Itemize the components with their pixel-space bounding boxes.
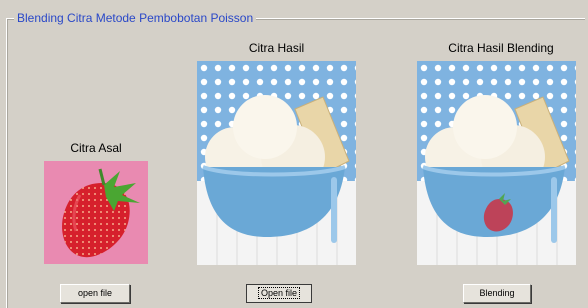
ice-cream-image: [197, 61, 356, 265]
blended-caption: Citra Hasil Blending: [448, 41, 554, 55]
groupbox-title: Blending Citra Metode Pembobotan Poisson: [14, 11, 257, 25]
blending-button[interactable]: Blending: [463, 284, 531, 303]
blended-image: [417, 61, 576, 265]
source-caption: Citra Asal: [70, 141, 122, 155]
blended-ice-cream-image: [417, 61, 576, 265]
source-image: [44, 161, 148, 264]
open-file-result-button[interactable]: Open file: [246, 284, 312, 303]
result-caption: Citra Hasil: [248, 41, 305, 55]
result-image: [197, 61, 356, 265]
strawberry-image: [62, 168, 140, 258]
open-file-source-button[interactable]: open file: [60, 284, 130, 303]
